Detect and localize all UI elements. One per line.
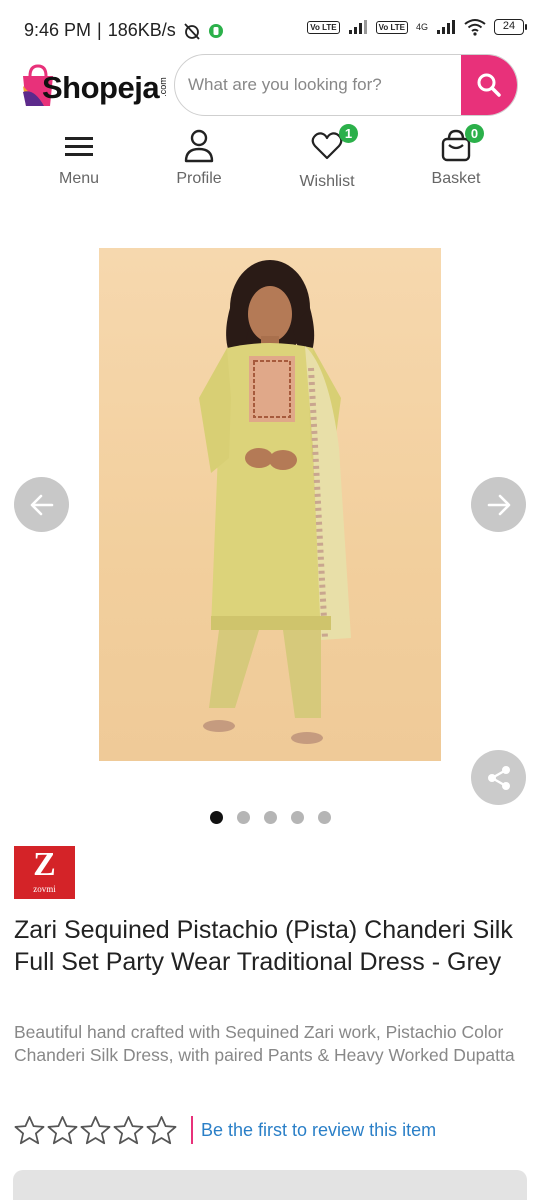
carousel-dot[interactable] [317, 811, 331, 824]
rating-row: Be the first to review this item [14, 1113, 436, 1147]
logo-suffix: .com [157, 77, 168, 97]
search-bar [174, 54, 518, 116]
volte-badge-1: Vo LTE [307, 20, 340, 34]
app-notification-icon [208, 23, 223, 38]
carousel-dot[interactable] [236, 811, 250, 824]
signal-icon-1 [348, 20, 367, 34]
first-review-link[interactable]: Be the first to review this item [201, 1120, 436, 1141]
nav-wishlist[interactable]: 1 Wishlist [272, 124, 382, 191]
search-icon [477, 73, 501, 97]
previous-image-button[interactable] [14, 477, 69, 532]
nav-profile-label: Profile [176, 170, 222, 187]
signal-icon-2 [437, 20, 455, 34]
hamburger-icon [65, 137, 93, 156]
wifi-icon [464, 19, 486, 36]
model-dress-illustration [199, 260, 351, 744]
next-image-button[interactable] [471, 477, 526, 532]
arrow-right-icon [487, 494, 510, 515]
nav-menu[interactable]: Menu [24, 128, 134, 188]
nav-menu-label: Menu [58, 170, 100, 187]
star-icon[interactable] [47, 1115, 78, 1146]
product-image[interactable] [99, 248, 441, 761]
status-time: 9:46 PM [24, 20, 92, 40]
rating-stars[interactable] [14, 1115, 177, 1146]
share-button[interactable] [471, 750, 526, 805]
header: Shopeja .com [0, 52, 540, 120]
carousel-dot[interactable] [263, 811, 277, 824]
logo-text: Shopeja [42, 70, 160, 105]
basket-count-badge: 0 [465, 124, 484, 143]
product-title: Zari Sequined Pistachio (Pista) Chanderi… [14, 916, 513, 976]
arrow-left-icon [30, 494, 53, 515]
star-icon[interactable] [14, 1115, 45, 1146]
bottom-panel [13, 1170, 527, 1200]
nav-basket-label: Basket [431, 170, 481, 187]
nav-basket[interactable]: 0 Basket [401, 124, 511, 188]
heart-icon [311, 132, 343, 160]
shopeja-logo[interactable]: Shopeja .com [20, 62, 168, 112]
battery-icon: 24 [494, 19, 527, 35]
wishlist-count-badge: 1 [339, 124, 358, 143]
product-image-carousel [0, 200, 540, 840]
status-right: Vo LTE Vo LTE 4G 24 [307, 18, 527, 36]
user-icon [184, 129, 214, 163]
rating-divider [191, 1116, 193, 1144]
star-icon[interactable] [146, 1115, 177, 1146]
star-icon[interactable] [113, 1115, 144, 1146]
nav-profile[interactable]: Profile [144, 128, 254, 188]
network-type: 4G [415, 22, 428, 32]
status-left: 9:46 PM | 186KB/s [24, 20, 224, 41]
volte-badge-2: Vo LTE [375, 20, 408, 34]
top-nav: Menu Profile 1 Wishlist 0 Basket [0, 120, 540, 200]
brand-logo[interactable]: Z zovmi [14, 846, 75, 899]
product-description: Beautiful hand crafted with Sequined Zar… [14, 1022, 515, 1065]
share-icon [487, 765, 510, 790]
search-input[interactable] [175, 55, 465, 115]
nav-wishlist-label: Wishlist [299, 173, 355, 190]
search-button[interactable] [461, 55, 517, 115]
carousel-dot[interactable] [290, 811, 304, 824]
star-icon[interactable] [80, 1115, 111, 1146]
brand-logo-letter: Z [33, 846, 56, 883]
status-bar: 9:46 PM | 186KB/s Vo LTE Vo LTE 4G 24 [0, 0, 540, 56]
carousel-pagination [0, 811, 540, 824]
alarm-off-icon [184, 22, 200, 40]
status-separator: | [97, 20, 102, 40]
status-speed: 186KB/s [107, 20, 176, 40]
carousel-dot[interactable] [209, 811, 223, 824]
brand-logo-name: zovmi [33, 884, 56, 894]
